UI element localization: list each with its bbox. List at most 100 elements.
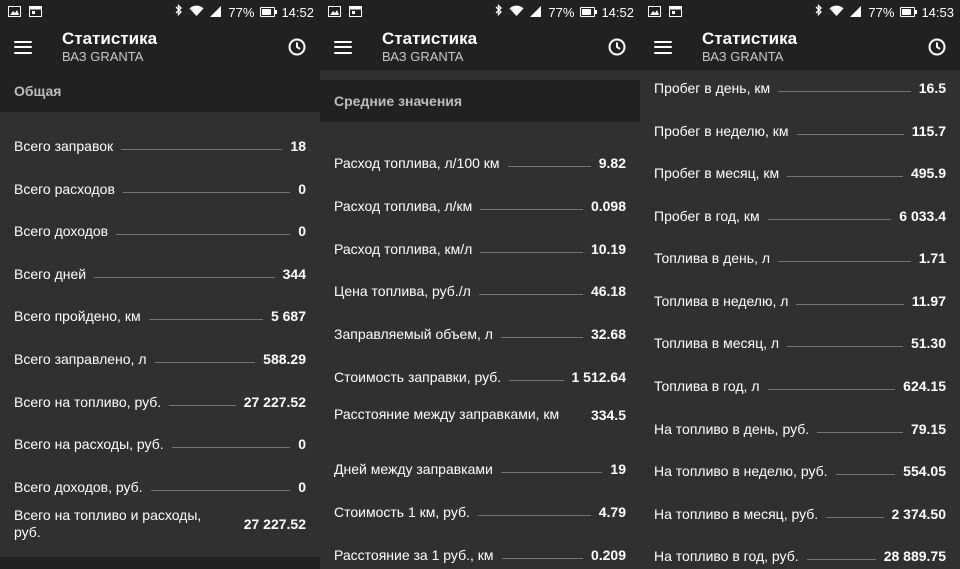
app-bar: Статистика ВАЗ GRANTA <box>640 24 960 70</box>
leader-line <box>787 346 903 347</box>
leader-line <box>796 134 904 135</box>
battery-icon <box>260 7 278 17</box>
stat-row: Всего на топливо и расходы, руб. 27 227.5… <box>0 495 320 547</box>
stat-label: Пробег в неделю, км <box>654 123 789 139</box>
stat-row: Всего пройдено, км 5 687 <box>0 282 320 324</box>
calendar-notification-icon <box>669 5 682 20</box>
stat-value: 1.71 <box>918 250 946 266</box>
stat-value: 0 <box>298 479 306 495</box>
stat-row: Расстояние за 1 руб., км 0.209 <box>320 520 640 563</box>
battery-icon <box>580 7 598 17</box>
stat-row: На топливо в неделю, руб. 554.05 <box>640 437 960 479</box>
stat-value: 5 687 <box>270 308 306 324</box>
menu-icon[interactable] <box>334 40 352 54</box>
stat-row: Расход топлива, л/км 0.098 <box>320 171 640 214</box>
leader-line <box>116 234 291 235</box>
stat-label: Пробег в год, км <box>654 208 760 224</box>
leader-line <box>817 432 903 433</box>
stat-row: Дней между заправками 19 <box>320 437 640 477</box>
stat-value: 4.79 <box>598 504 626 520</box>
stat-label: На топливо в неделю, руб. <box>654 463 828 479</box>
leader-line <box>767 389 896 390</box>
stat-label: Цена топлива, руб./л <box>334 283 471 299</box>
stat-value: 624.15 <box>903 378 946 394</box>
stat-row: Расстояние между заправками, км 334.5 <box>320 385 640 437</box>
stat-label: Заправляемый объем, л <box>334 326 493 342</box>
stat-label: Топлива в неделю, л <box>654 293 789 309</box>
bluetooth-icon <box>815 3 823 20</box>
stat-value: 27 227.52 <box>243 516 306 532</box>
stat-row: Всего заправлено, л 588.29 <box>0 324 320 367</box>
leader-line <box>122 192 291 193</box>
stat-label: Расстояние между заправками, км <box>334 406 560 423</box>
stat-row: Топлива в год, л 624.15 <box>640 351 960 394</box>
stat-value: 2 374.50 <box>891 506 947 522</box>
stat-value: 495.9 <box>910 165 946 181</box>
stat-row: Пробег в год, км 6 033.4 <box>640 181 960 224</box>
battery-percent: 77% <box>548 4 575 20</box>
stat-label: На топливо в год, руб. <box>654 548 799 564</box>
stat-label: Всего на топливо, руб. <box>14 394 162 410</box>
status-bar: 77% 14:52 <box>0 0 320 24</box>
stat-value: 0 <box>298 223 306 239</box>
calendar-notification-icon <box>29 5 42 20</box>
history-icon[interactable] <box>608 38 626 56</box>
history-icon[interactable] <box>928 38 946 56</box>
menu-icon[interactable] <box>654 40 672 54</box>
signal-icon <box>210 5 222 20</box>
wifi-icon <box>509 5 524 20</box>
wifi-icon <box>829 5 844 20</box>
clock-time: 14:52 <box>601 4 634 20</box>
battery-percent: 77% <box>228 4 255 20</box>
stat-value: 0.098 <box>590 198 626 214</box>
section-header: Общая <box>0 70 320 112</box>
menu-icon[interactable] <box>14 40 32 54</box>
history-icon[interactable] <box>288 38 306 56</box>
stat-row: Всего доходов 0 <box>0 197 320 239</box>
stat-value: 115.7 <box>911 123 946 139</box>
stat-label: Топлива в год, л <box>654 378 760 394</box>
stat-row: Заправляемый объем, л 32.68 <box>320 299 640 342</box>
stat-value: 1 512.64 <box>571 369 627 385</box>
leader-line <box>835 474 896 475</box>
stat-value: 19 <box>610 461 626 477</box>
leader-line <box>509 380 564 381</box>
stat-label: Всего на топливо и расходы, руб. <box>14 506 202 541</box>
stat-value: 9.82 <box>598 155 626 171</box>
stat-label: Стоимость 1 км, руб. <box>334 504 470 520</box>
stat-label: Пробег в день, км <box>654 80 771 96</box>
stat-value: 334.5 <box>590 407 626 423</box>
stat-row: Пробег в неделю, км 115.7 <box>640 96 960 139</box>
stat-value: 28 889.75 <box>883 548 946 564</box>
stat-value: 0.209 <box>590 547 626 563</box>
stat-value: 51.30 <box>910 335 946 351</box>
stat-row: Стоимость заправки, руб. 1 512.64 <box>320 342 640 385</box>
stat-value: 18 <box>290 138 306 154</box>
stat-row: На топливо в год, руб. 28 889.75 <box>640 522 960 564</box>
app-bar: Статистика ВАЗ GRANTA <box>320 24 640 70</box>
stat-value: 27 227.52 <box>243 394 306 410</box>
status-bar: 77% 14:52 <box>320 0 640 24</box>
stat-value: 0 <box>298 436 306 452</box>
page-subtitle: ВАЗ GRANTA <box>62 49 144 65</box>
leader-line <box>806 559 876 560</box>
stat-label: Топлива в месяц, л <box>654 335 780 351</box>
stat-row: Всего дней 344 <box>0 239 320 282</box>
stat-value: 32.68 <box>590 326 626 342</box>
stat-label: Расстояние за 1 руб., км <box>334 547 494 563</box>
stat-label: Топлива в день, л <box>654 250 771 266</box>
leader-line <box>787 176 903 177</box>
stat-label: Всего заправлено, л <box>14 351 147 367</box>
stat-label: Всего заправок <box>14 138 114 154</box>
leader-line <box>121 149 283 150</box>
stat-row: Всего на топливо, руб. 27 227.52 <box>0 367 320 410</box>
stat-row: Топлива в месяц, л 51.30 <box>640 309 960 351</box>
leader-line <box>826 517 884 518</box>
leader-line <box>480 209 583 210</box>
leader-line <box>154 362 256 363</box>
stat-row: Всего расходов 0 <box>0 154 320 197</box>
stat-value: 344 <box>282 266 306 282</box>
leader-line <box>171 447 291 448</box>
stat-value: 79.15 <box>910 421 946 437</box>
status-bar: 77% 14:53 <box>640 0 960 24</box>
